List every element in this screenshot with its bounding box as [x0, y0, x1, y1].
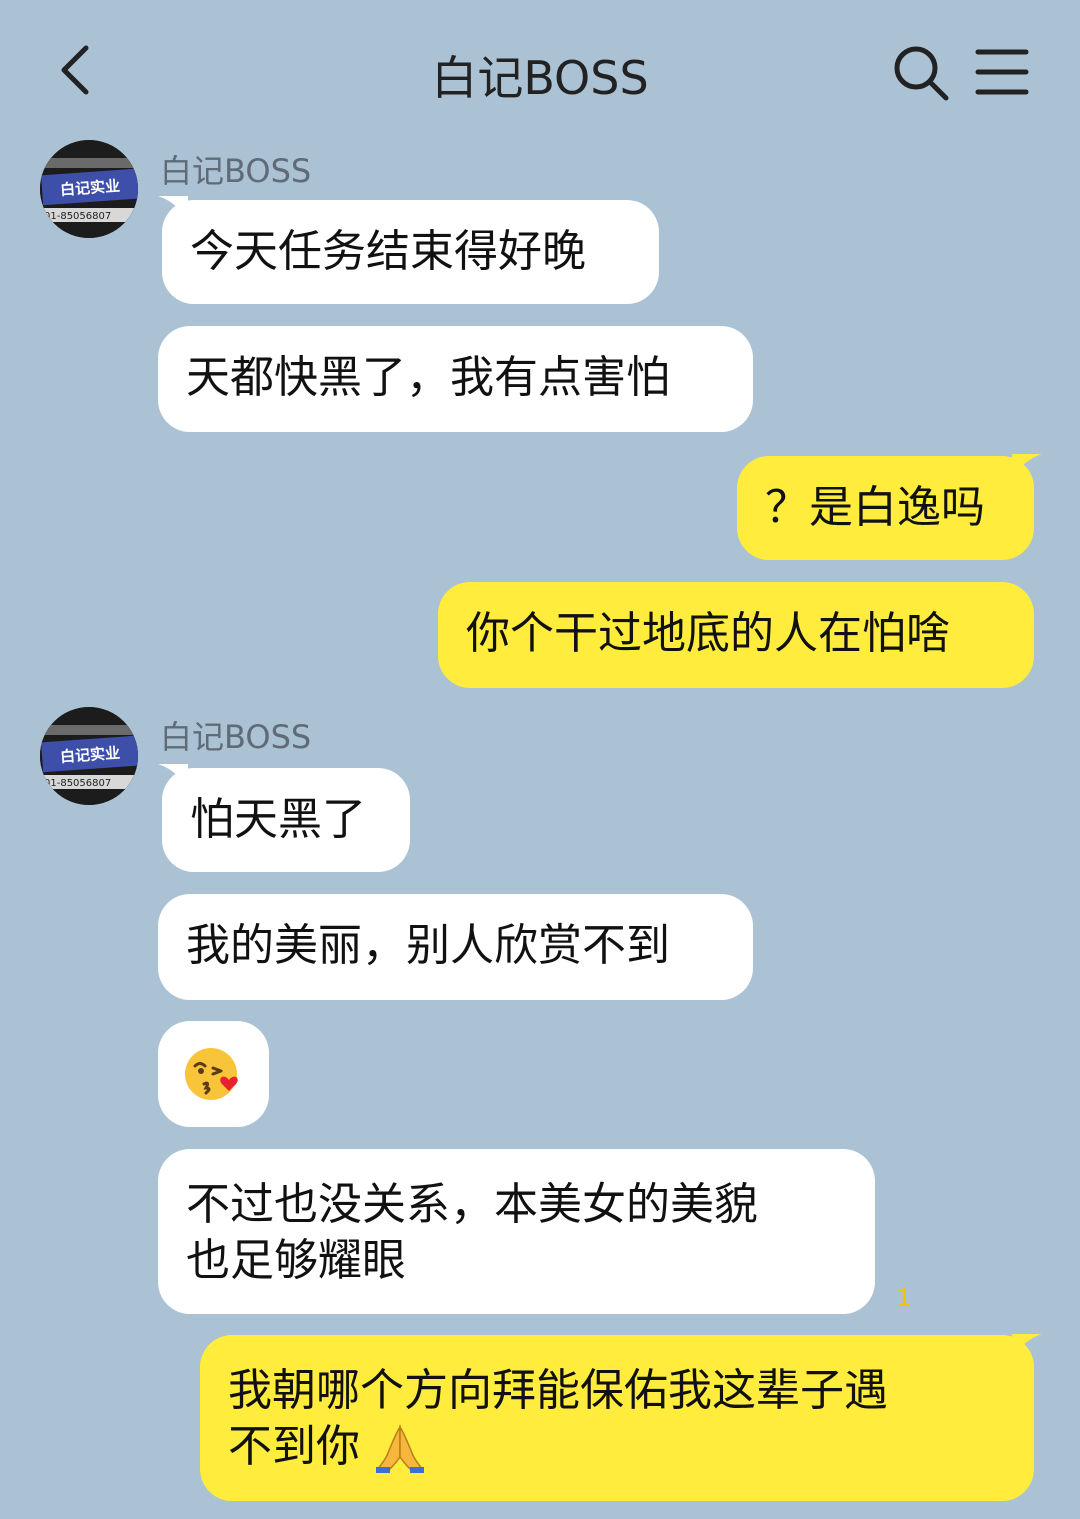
- message-text: 不到你: [228, 1421, 360, 1472]
- message-bubble-received[interactable]: 怕天黑了: [162, 768, 410, 872]
- search-icon: [894, 46, 949, 101]
- hamburger-menu-icon: [975, 49, 1029, 95]
- avatar-phone-text: 01-85056807: [44, 211, 111, 222]
- message-text-line: 也足够耀眼: [186, 1235, 406, 1286]
- back-button[interactable]: [50, 40, 110, 100]
- menu-button[interactable]: [972, 42, 1032, 102]
- folded-hands-icon: [376, 1424, 424, 1473]
- message-bubble-sent[interactable]: 你个干过地底的人在怕啥: [438, 582, 1034, 688]
- search-button[interactable]: [890, 42, 950, 102]
- sender-name: 白记BOSS: [160, 152, 312, 190]
- message-text-line: 我朝哪个方向拜能保佑我这辈子遇: [228, 1365, 888, 1416]
- message-bubble-received[interactable]: 我的美丽，别人欣赏不到: [158, 894, 753, 1000]
- face-blowing-a-kiss-icon: [185, 1048, 238, 1100]
- message-bubble-received[interactable]: [158, 1021, 269, 1127]
- contact-avatar[interactable]: 白记实业 01-85056807: [40, 707, 138, 805]
- message-text: 我的美丽，别人欣赏不到: [186, 920, 670, 971]
- sender-name: 白记BOSS: [160, 718, 312, 756]
- message-bubble-sent[interactable]: 我朝哪个方向拜能保佑我这辈子遇 不到你: [200, 1335, 1034, 1501]
- avatar-image: 白记实业 01-85056807: [40, 140, 138, 238]
- message-bubble-sent[interactable]: ？是白逸吗: [737, 456, 1034, 560]
- chat-title: 白记BOSS: [431, 51, 649, 105]
- chat-header: 白记BOSS: [0, 0, 1080, 140]
- message-bubble-received[interactable]: 不过也没关系，本美女的美貌 也足够耀眼: [158, 1149, 875, 1314]
- contact-avatar[interactable]: 白记实业 01-85056807: [40, 140, 138, 238]
- chevron-left-icon: [61, 45, 89, 95]
- message-text-line: 不过也没关系，本美女的美貌: [186, 1179, 758, 1230]
- message-text: 你个干过地底的人在怕啥: [466, 608, 950, 659]
- message-text: 今天任务结束得好晚: [190, 226, 586, 277]
- message-text: ？是白逸吗: [765, 482, 985, 533]
- message-bubble-received[interactable]: 天都快黑了，我有点害怕: [158, 326, 753, 432]
- unread-count: 1: [896, 1284, 912, 1312]
- message-text: 怕天黑了: [190, 794, 366, 845]
- message-text-line: 不到你: [228, 1419, 1006, 1475]
- message-text: 天都快黑了，我有点害怕: [186, 352, 670, 403]
- message-bubble-received[interactable]: 今天任务结束得好晚: [162, 200, 659, 304]
- avatar-phone-text: 01-85056807: [44, 778, 111, 789]
- avatar-image: 白记实业 01-85056807: [40, 707, 138, 805]
